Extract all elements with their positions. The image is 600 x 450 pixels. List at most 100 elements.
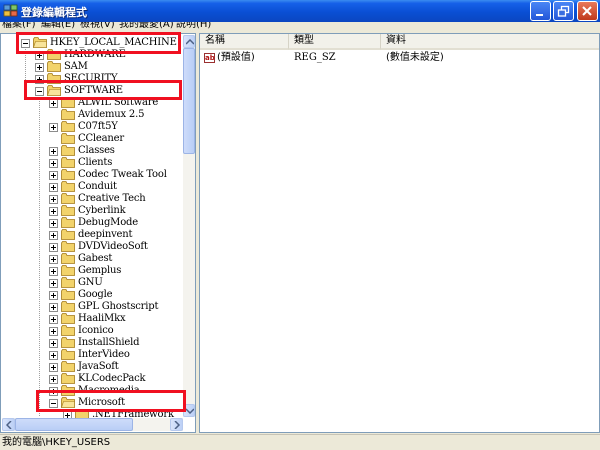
menu-edit[interactable]: 編輯(E) <box>41 22 75 31</box>
folder-icon <box>61 349 75 360</box>
string-value-icon: ab <box>204 53 215 63</box>
window-title: 登錄編輯程式 <box>21 6 87 19</box>
folder-icon <box>61 289 75 300</box>
folder-icon <box>61 265 75 276</box>
folder-open-icon <box>47 85 61 96</box>
registry-tree[interactable]: HKEY_LOCAL_MACHINE HARDWARE SAM SECURITY SOF… <box>0 33 196 433</box>
status-bar: 我的電腦\HKEY_USERS <box>0 434 600 450</box>
restore-button[interactable] <box>553 1 574 21</box>
scroll-right-button[interactable] <box>170 418 183 431</box>
collapse-minus-icon[interactable] <box>21 39 30 48</box>
expand-plus-icon[interactable] <box>49 279 58 288</box>
folder-icon <box>61 217 75 228</box>
folder-icon <box>61 229 75 240</box>
expand-plus-icon[interactable] <box>49 255 58 264</box>
menu-view[interactable]: 檢視(V) <box>80 22 115 31</box>
arrow-right-icon <box>174 421 181 429</box>
expand-plus-icon[interactable] <box>49 291 58 300</box>
expand-plus-icon[interactable] <box>49 123 58 132</box>
expand-plus-icon[interactable] <box>49 207 58 216</box>
scroll-thumb[interactable] <box>183 48 195 154</box>
menu-help[interactable]: 說明(H) <box>176 22 211 31</box>
tree-vertical-scrollbar[interactable] <box>183 35 195 417</box>
close-button[interactable] <box>577 1 598 21</box>
arrow-down-icon <box>186 408 194 414</box>
expand-plus-icon[interactable] <box>49 99 58 108</box>
expand-plus-icon[interactable] <box>49 375 58 384</box>
close-icon <box>582 6 592 16</box>
folder-icon <box>61 193 75 204</box>
folder-icon <box>61 373 75 384</box>
folder-icon <box>47 73 61 84</box>
folder-icon <box>61 313 75 324</box>
tree-horizontal-scrollbar[interactable] <box>2 418 183 431</box>
folder-icon <box>61 361 75 372</box>
folder-icon <box>61 205 75 216</box>
menu-favorites[interactable]: 我的最愛(A) <box>119 22 174 31</box>
title-bar[interactable]: 登錄編輯程式 <box>0 0 600 22</box>
menu-file[interactable]: 檔案(F) <box>2 22 36 31</box>
expand-plus-icon[interactable] <box>35 51 44 60</box>
scroll-down-button[interactable] <box>183 404 195 417</box>
expand-plus-icon[interactable] <box>49 147 58 156</box>
expand-plus-icon[interactable] <box>49 231 58 240</box>
expand-plus-icon[interactable] <box>49 195 58 204</box>
column-header-name[interactable]: 名稱 <box>200 34 289 50</box>
minimize-button[interactable] <box>530 1 551 21</box>
folder-icon <box>61 109 75 120</box>
scroll-left-button[interactable] <box>2 418 15 431</box>
folder-icon <box>61 169 75 180</box>
folder-icon <box>61 181 75 192</box>
folder-icon <box>61 253 75 264</box>
expand-plus-icon[interactable] <box>49 171 58 180</box>
expand-plus-icon[interactable] <box>49 315 58 324</box>
values-list[interactable]: 名稱 類型 資料 ab (預設值) REG_SZ (數值未設定) <box>199 33 600 433</box>
registry-editor-icon <box>3 4 18 17</box>
expand-plus-icon[interactable] <box>35 75 44 84</box>
expand-plus-icon[interactable] <box>49 243 58 252</box>
folder-icon <box>61 325 75 336</box>
folder-icon <box>61 157 75 168</box>
folder-icon <box>61 145 75 156</box>
horizontal-scroll-thumb[interactable] <box>15 418 133 431</box>
expand-plus-icon[interactable] <box>49 219 58 228</box>
folder-icon <box>61 97 75 108</box>
folder-open-icon <box>33 37 47 48</box>
folder-icon <box>61 277 75 288</box>
expand-plus-icon[interactable] <box>49 267 58 276</box>
folder-icon <box>47 61 61 72</box>
minimize-icon <box>536 14 543 16</box>
arrow-left-icon <box>6 421 12 429</box>
value-name[interactable]: (預設值) <box>217 52 255 64</box>
column-header-type[interactable]: 類型 <box>289 34 381 50</box>
folder-icon <box>61 121 75 132</box>
column-header-data[interactable]: 資料 <box>381 34 599 50</box>
value-type: REG_SZ <box>294 52 336 63</box>
scroll-up-button[interactable] <box>183 35 195 48</box>
expand-plus-icon[interactable] <box>49 351 58 360</box>
value-data: (數值未設定) <box>386 52 444 63</box>
restore-icon <box>557 5 570 17</box>
folder-icon <box>61 241 75 252</box>
collapse-minus-icon[interactable] <box>35 87 44 96</box>
folder-open-icon <box>61 397 75 408</box>
expand-plus-icon[interactable] <box>49 327 58 336</box>
expand-plus-icon[interactable] <box>49 339 58 348</box>
tree-guide-line <box>25 46 26 86</box>
folder-icon <box>61 385 75 396</box>
collapse-minus-icon[interactable] <box>49 399 58 408</box>
status-path: 我的電腦\HKEY_USERS <box>2 437 111 448</box>
expand-plus-icon[interactable] <box>49 363 58 372</box>
menu-bar: 檔案(F) 編輯(E) 檢視(V) 我的最愛(A) 說明(H) <box>0 22 600 32</box>
folder-icon <box>61 337 75 348</box>
expand-plus-icon[interactable] <box>49 159 58 168</box>
folder-icon <box>61 133 75 144</box>
folder-icon <box>47 49 61 60</box>
tree-guide-line <box>39 94 40 416</box>
expand-plus-icon[interactable] <box>49 387 58 396</box>
expand-plus-icon[interactable] <box>35 63 44 72</box>
expand-plus-icon[interactable] <box>49 183 58 192</box>
folder-icon <box>61 301 75 312</box>
arrow-up-icon <box>186 39 194 45</box>
expand-plus-icon[interactable] <box>49 303 58 312</box>
